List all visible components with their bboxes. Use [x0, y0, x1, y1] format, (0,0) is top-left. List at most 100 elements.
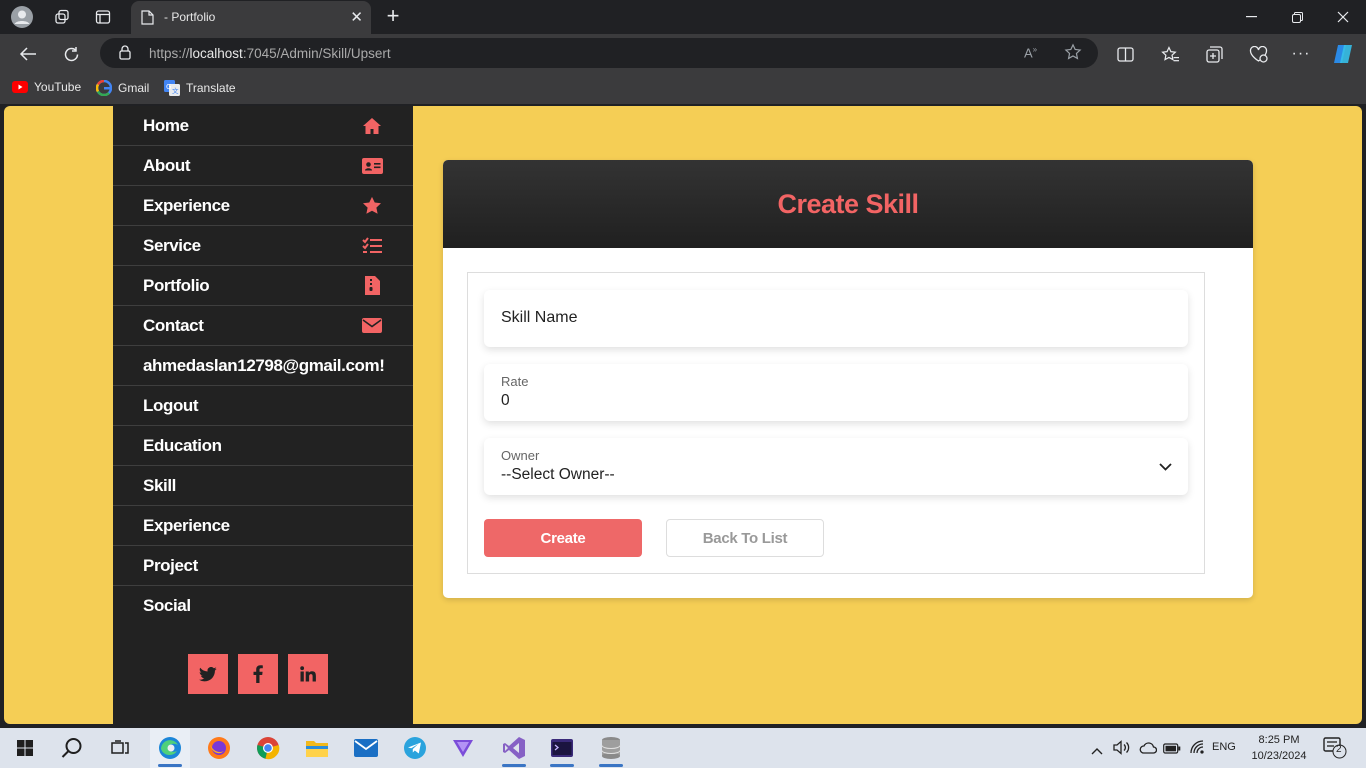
star-icon	[361, 196, 383, 216]
edge-taskbar-icon[interactable]	[150, 728, 190, 768]
sidebar-item-education[interactable]: Education	[113, 426, 413, 466]
split-screen-icon[interactable]	[1112, 41, 1138, 67]
close-tab-icon[interactable]: ✕	[350, 8, 363, 26]
rate-field[interactable]: Rate 0	[484, 364, 1188, 421]
refresh-icon[interactable]	[58, 41, 84, 67]
restore-icon[interactable]	[1274, 0, 1320, 34]
card-header: Create Skill	[443, 160, 1253, 248]
collections-icon[interactable]	[1201, 41, 1227, 67]
sidebar-item-logout[interactable]: Logout	[113, 386, 413, 426]
envelope-icon	[361, 316, 383, 336]
page-title: Create Skill	[777, 188, 919, 219]
volume-icon[interactable]	[1113, 740, 1130, 760]
database-taskbar-icon[interactable]	[591, 728, 631, 768]
sidebar-item-label: Skill	[143, 475, 176, 495]
svg-text:文: 文	[172, 86, 179, 95]
wifi-icon[interactable]	[1189, 740, 1205, 759]
telegram-taskbar-icon[interactable]	[395, 728, 435, 768]
chrome-taskbar-icon[interactable]	[248, 728, 288, 768]
back-arrow-icon[interactable]	[15, 41, 41, 67]
sidebar-item-label: Portfolio	[143, 275, 210, 295]
url-text[interactable]: https://localhost:7045/Admin/Skill/Upser…	[149, 46, 391, 61]
mail-taskbar-icon[interactable]	[346, 728, 386, 768]
clock-date: 10/23/2024	[1251, 750, 1307, 762]
minimize-icon[interactable]	[1228, 0, 1274, 34]
firefox-taskbar-icon[interactable]	[199, 728, 239, 768]
rate-value: 0	[501, 392, 510, 409]
sidebar-item-label: Logout	[143, 395, 199, 415]
bookmark-youtube[interactable]: YouTube	[12, 80, 81, 94]
facebook-icon[interactable]	[238, 654, 278, 694]
profile-avatar-icon[interactable]	[10, 5, 34, 29]
sidebar-item-about[interactable]: About	[113, 146, 413, 186]
vpn-taskbar-icon[interactable]	[443, 728, 483, 768]
sidebar: Home About Experience Service Portfolio	[113, 106, 413, 724]
create-button[interactable]: Create	[484, 519, 642, 557]
bookmark-gmail[interactable]: Gmail	[96, 80, 149, 96]
file-explorer-icon[interactable]	[297, 728, 337, 768]
more-options-icon[interactable]: ···	[1288, 41, 1314, 67]
id-card-icon	[361, 156, 383, 176]
translate-icon: G文	[164, 80, 180, 96]
file-zip-icon	[361, 276, 383, 296]
sidebar-item-social[interactable]: Social	[113, 586, 413, 626]
owner-label: Owner	[501, 448, 540, 463]
system-clock[interactable]: 8:25 PM 10/23/2024	[1248, 732, 1310, 764]
favorites-icon[interactable]	[1157, 41, 1183, 67]
sidebar-item-label: Service	[143, 235, 201, 255]
copilot-icon[interactable]	[1330, 41, 1356, 67]
workspaces-icon[interactable]	[50, 5, 74, 29]
sidebar-item-experience[interactable]: Experience	[113, 186, 413, 226]
create-skill-card: Create Skill Skill Name Rate 0 Owner --S…	[443, 160, 1253, 598]
battery-icon[interactable]	[1163, 741, 1181, 759]
read-aloud-icon[interactable]: A»	[1024, 45, 1037, 60]
sidebar-item-service[interactable]: Service	[113, 226, 413, 266]
youtube-icon	[12, 81, 28, 93]
bookmark-label: Translate	[186, 81, 236, 95]
sidebar-item-label: Home	[143, 115, 189, 135]
bookmark-translate[interactable]: G文 Translate	[164, 80, 236, 96]
bookmark-label: YouTube	[34, 80, 82, 94]
back-to-list-button[interactable]: Back To List	[666, 519, 824, 557]
onedrive-cloud-icon[interactable]	[1139, 741, 1158, 759]
new-tab-icon[interactable]: +	[381, 5, 405, 29]
active-tab[interactable]: - Portfolio ✕	[131, 1, 371, 34]
sidebar-item-label: Education	[143, 435, 222, 455]
sidebar-item-user-email[interactable]: ahmedaslan12798@gmail.com!	[113, 346, 413, 386]
chevron-down-icon[interactable]	[1159, 458, 1172, 476]
visual-studio-taskbar-icon[interactable]	[494, 728, 534, 768]
sidebar-item-home[interactable]: Home	[113, 106, 413, 146]
page-icon	[141, 10, 154, 30]
windows-start-icon[interactable]	[5, 728, 45, 768]
search-icon[interactable]	[52, 728, 92, 768]
sidebar-item-contact[interactable]: Contact	[113, 306, 413, 346]
terminal-taskbar-icon[interactable]	[542, 728, 582, 768]
favorite-star-icon[interactable]	[1064, 43, 1082, 66]
sidebar-item-experience-admin[interactable]: Experience	[113, 506, 413, 546]
rate-label: Rate	[501, 374, 529, 389]
sidebar-item-portfolio[interactable]: Portfolio	[113, 266, 413, 306]
home-icon	[361, 116, 383, 136]
browser-title-bar: - Portfolio ✕ +	[0, 0, 1366, 34]
tab-title: - Portfolio	[164, 10, 216, 24]
tab-actions-icon[interactable]	[91, 5, 115, 29]
tray-chevron-up-icon[interactable]	[1091, 742, 1103, 760]
linkedin-icon[interactable]	[288, 654, 328, 694]
language-indicator[interactable]: ENG	[1212, 741, 1236, 753]
svg-text:G: G	[166, 83, 171, 91]
task-view-icon[interactable]	[100, 728, 140, 768]
sidebar-item-label: Experience	[143, 195, 230, 215]
twitter-icon[interactable]	[188, 654, 228, 694]
skill-form: Skill Name Rate 0 Owner --Select Owner--…	[467, 272, 1205, 574]
browser-essentials-icon[interactable]	[1245, 41, 1271, 67]
close-window-icon[interactable]	[1320, 0, 1366, 34]
lock-icon[interactable]	[119, 45, 131, 65]
sidebar-item-project[interactable]: Project	[113, 546, 413, 586]
address-bar[interactable]: https://localhost:7045/Admin/Skill/Upser…	[100, 38, 1098, 68]
sidebar-item-label: Experience	[143, 515, 230, 535]
sidebar-item-skill[interactable]: Skill	[113, 466, 413, 506]
notifications-icon[interactable]: 2	[1323, 737, 1347, 764]
owner-select[interactable]: Owner --Select Owner--	[484, 438, 1188, 495]
notification-count: 2	[1336, 744, 1342, 755]
skill-name-field[interactable]: Skill Name	[484, 290, 1188, 347]
